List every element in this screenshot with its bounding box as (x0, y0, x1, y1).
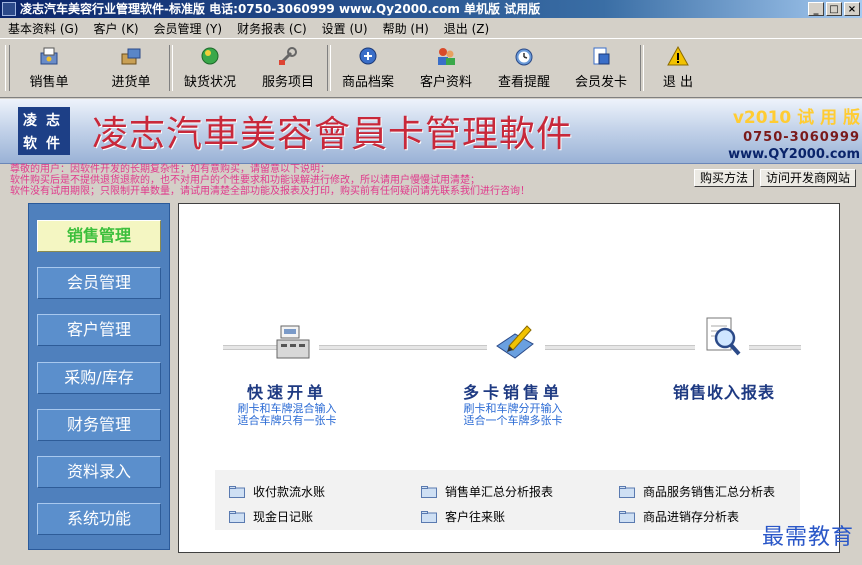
sidebar-item-sales[interactable]: 销售管理 (37, 220, 161, 252)
service-items-button[interactable]: 服务项目 (252, 43, 324, 95)
customers-icon (438, 48, 455, 65)
rail-line (545, 345, 695, 350)
toolbar-separator (640, 45, 644, 91)
toolbar-grip (5, 45, 10, 91)
folder-icon (229, 511, 245, 523)
phone-label: 0750-3060999 (743, 130, 860, 145)
product-archive-icon (359, 47, 377, 65)
exit-button[interactable]: 退 出 (646, 43, 710, 95)
status-strip (0, 557, 862, 565)
link-product-service-summary[interactable]: 商品服务销售汇总分析表 (619, 483, 775, 500)
close-button[interactable]: × (844, 2, 860, 16)
menu-help[interactable]: 帮助 (H) (375, 20, 436, 37)
company-logo: 凌 志 软 件 (18, 107, 70, 155)
folder-icon (421, 486, 437, 498)
folder-icon (421, 511, 437, 523)
service-tools-icon (279, 47, 297, 65)
folder-icon (619, 486, 635, 498)
sidebar-item-members[interactable]: 会员管理 (37, 267, 161, 299)
folder-icon (229, 486, 245, 498)
sales-slip-button[interactable]: 销售单 (14, 43, 84, 95)
menu-exit[interactable]: 退出 (Z) (436, 20, 496, 37)
link-cash-journal[interactable]: 现金日记账 (229, 508, 313, 525)
rail-line (749, 345, 801, 350)
sidebar-item-purchase-stock[interactable]: 采购/库存 (37, 362, 161, 394)
menu-settings[interactable]: 设置 (U) (314, 20, 375, 37)
maximize-button[interactable]: □ (826, 2, 842, 16)
menu-bar: 基本资料 (G) 客户 (K) 会员管理 (Y) 财务报表 (C) 设置 (U)… (0, 18, 862, 38)
window-title: 凌志汽车美容行业管理软件-标准版 电话:0750-3060999 www.Qy2… (20, 2, 541, 16)
shortage-button[interactable]: 缺货状况 (174, 43, 246, 95)
customer-data-button[interactable]: 客户资料 (410, 43, 482, 95)
notice-line: 尊敬的用户：因软件开发的长期复杂性；如有意购买，请留意以下说明： (10, 164, 330, 175)
view-reminder-button[interactable]: 查看提醒 (488, 43, 560, 95)
rail-line (223, 345, 277, 350)
feature-title: 多卡销售单 (462, 383, 563, 402)
toolbar-separator (169, 45, 173, 91)
banner-info: v2010 试 用 版 0750-3060999 www.QY2000.com (728, 103, 860, 162)
warning-exit-icon (667, 45, 689, 66)
link-customer-accounts[interactable]: 客户往来账 (421, 508, 505, 525)
sidebar: 销售管理 会员管理 客户管理 采购/库存 财务管理 资料录入 系统功能 (28, 203, 170, 550)
menu-member[interactable]: 会员管理 (Y) (146, 20, 230, 37)
member-card-button[interactable]: 会员发卡 (566, 43, 636, 95)
toolbar-separator (327, 45, 331, 91)
website-label: www.QY2000.com (728, 147, 860, 162)
sidebar-item-system[interactable]: 系统功能 (37, 503, 161, 535)
pen-document-icon (496, 325, 534, 359)
visit-website-button[interactable]: 访问开发商网站 (760, 169, 857, 187)
toolbar: 销售单 进货单 缺货状况 服务项目 商品档案 客户资料 查看提醒 会员发卡 退 … (0, 38, 862, 98)
purchase-slip-icon (121, 48, 141, 65)
report-links: 收付款流水账 销售单汇总分析报表 商品服务销售汇总分析表 现金日记账 客户往来账… (215, 470, 800, 530)
shortage-icon (201, 47, 219, 65)
app-icon (2, 2, 16, 16)
banner: 凌 志 软 件 凌志汽車美容會員卡管理軟件 v2010 试 用 版 0750-3… (0, 99, 862, 164)
link-inventory-analysis[interactable]: 商品进销存分析表 (619, 508, 739, 525)
product-archive-button[interactable]: 商品档案 (332, 43, 404, 95)
cash-register-icon (276, 325, 310, 359)
trial-notice: 尊敬的用户：因软件开发的长期复杂性；如有意购买，请留意以下说明： 软件购买后是不… (10, 164, 700, 197)
sidebar-item-finance[interactable]: 财务管理 (37, 409, 161, 441)
menu-customer[interactable]: 客户 (K) (85, 20, 145, 37)
menu-basic-data[interactable]: 基本资料 (G) (0, 20, 85, 37)
quick-bill-button[interactable]: 快速开单 刷卡和车牌混合输入 适合车牌只有一张卡 (227, 379, 347, 427)
title-bar: 凌志汽车美容行业管理软件-标准版 电话:0750-3060999 www.Qy2… (0, 0, 862, 18)
menu-finance[interactable]: 财务报表 (C) (229, 20, 314, 37)
feature-desc: 适合一个车牌多张卡 (463, 414, 563, 427)
sidebar-item-data-entry[interactable]: 资料录入 (37, 456, 161, 488)
main-panel: 快速开单 刷卡和车牌混合输入 适合车牌只有一张卡 多卡销售单 刷卡和车牌分开输入… (178, 203, 840, 553)
buy-method-button[interactable]: 购买方法 (694, 169, 755, 187)
window-controls: _ □ × (808, 2, 860, 16)
magnifier-report-icon (706, 317, 741, 356)
notice-line: 软件没有试用期限；只限制开单数量，请试用清楚全部功能及报表及打印，购买前有任何疑… (10, 186, 530, 197)
minimize-button[interactable]: _ (808, 2, 824, 16)
multi-card-sale-button[interactable]: 多卡销售单 刷卡和车牌分开输入 适合一个车牌多张卡 (443, 379, 583, 427)
purchase-slip-button[interactable]: 进货单 (96, 43, 166, 95)
member-card-icon (593, 47, 610, 65)
link-sales-summary-report[interactable]: 销售单汇总分析报表 (421, 483, 553, 500)
link-receipt-payment-ledger[interactable]: 收付款流水账 (229, 483, 325, 500)
feature-title: 销售收入报表 (672, 383, 775, 402)
alarm-clock-icon (515, 48, 533, 66)
watermark: 最需教育 (761, 525, 854, 550)
rail-line (319, 345, 487, 350)
sales-slip-icon (40, 47, 58, 65)
feature-desc: 适合车牌只有一张卡 (237, 414, 337, 427)
sales-income-report-button[interactable]: 销售收入报表 (659, 379, 789, 403)
folder-icon (619, 511, 635, 523)
version-label: v2010 试 用 版 (732, 108, 860, 128)
notice-line: 软件购买后是不提供退货退款的，也不对用户的个性要求和功能误解进行修改，所以请用户… (10, 175, 480, 186)
feature-title: 快速开单 (246, 383, 327, 402)
sidebar-item-customers[interactable]: 客户管理 (37, 314, 161, 346)
banner-title: 凌志汽車美容會員卡管理軟件 (92, 114, 574, 155)
